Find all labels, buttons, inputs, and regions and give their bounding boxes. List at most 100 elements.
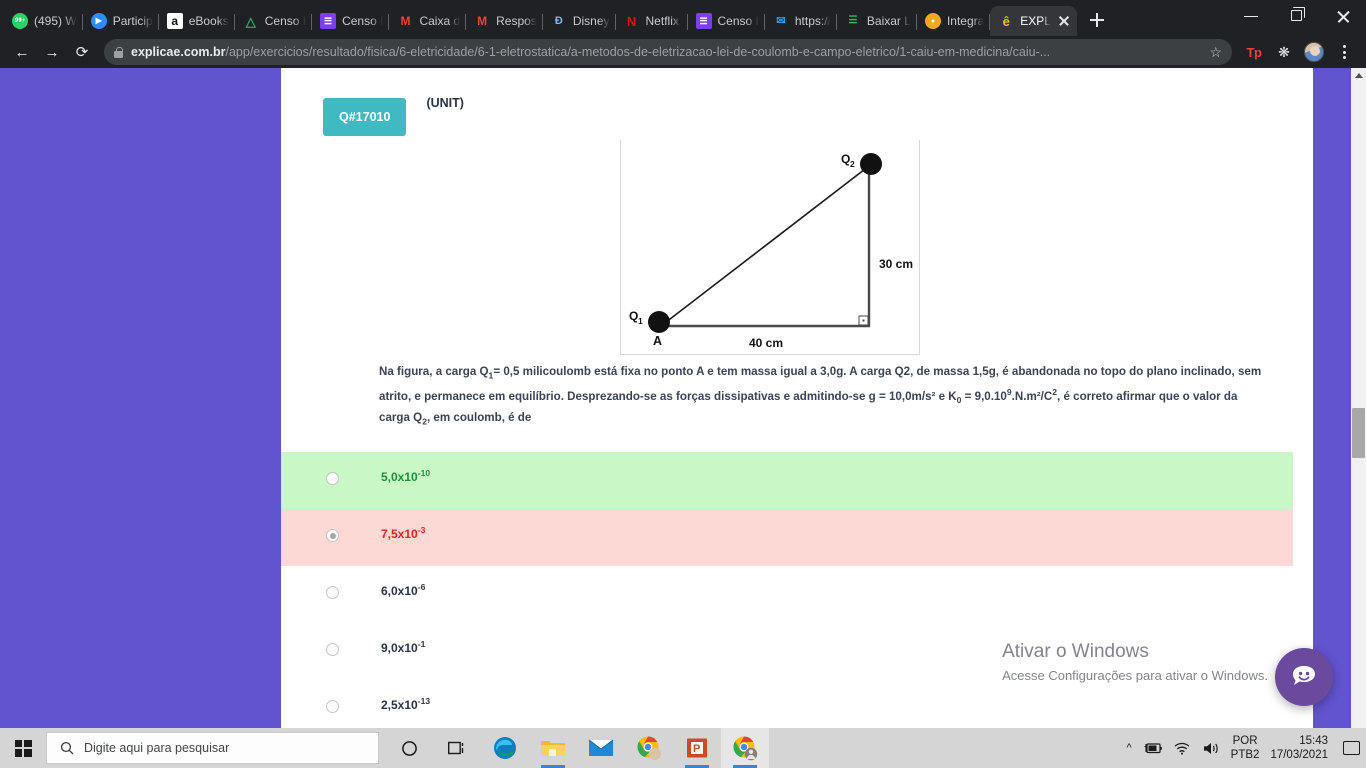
answer-radio-1[interactable] xyxy=(326,529,339,543)
forward-icon[interactable]: → xyxy=(38,38,66,66)
chrome-active-glyph xyxy=(733,736,758,761)
zoom-icon: ▶ xyxy=(90,13,107,29)
taskbar-chrome-profile-icon[interactable] xyxy=(625,728,673,768)
browser-tab-13[interactable]: ê EXPL xyxy=(990,6,1077,36)
google-sheets-icon: ☰ xyxy=(320,13,337,29)
answer-radio-0[interactable] xyxy=(326,472,339,486)
volume-icon[interactable] xyxy=(1202,741,1220,756)
chrome-menu-icon[interactable] xyxy=(1330,38,1358,66)
taskbar-mail-icon[interactable] xyxy=(577,728,625,768)
tab-title: Caixa d xyxy=(419,14,461,28)
cortana-circle-icon xyxy=(401,740,417,756)
question-header: Q#17010 (UNIT) xyxy=(281,68,1313,136)
chat-support-button[interactable] xyxy=(1275,648,1333,706)
svg-text:2: 2 xyxy=(850,159,855,169)
taskbar-edge-icon[interactable] xyxy=(481,728,529,768)
statement-line-2d: , é correto afirmar que o xyxy=(1057,389,1190,403)
taskbar-file-explorer-icon[interactable] xyxy=(529,728,577,768)
tray-expand-chevron-icon[interactable]: ^ xyxy=(1127,742,1132,754)
taskbar-powerpoint-icon[interactable]: P xyxy=(673,728,721,768)
maximize-button[interactable] xyxy=(1274,0,1320,32)
scrollbar-thumb[interactable] xyxy=(1352,408,1365,458)
page-viewport: Q#17010 (UNIT) Q 1 Q 2 A 30 cm 40 cm Na … xyxy=(0,68,1366,728)
browser-tab-8[interactable]: N Netflix xyxy=(616,6,688,36)
browser-tab-1[interactable]: ▶ Particip xyxy=(83,6,159,36)
system-tray: ^ POR PTB2 15:43 17/03/2021 xyxy=(1127,734,1366,762)
gmail-icon: M xyxy=(477,14,488,28)
gmail-icon: M xyxy=(400,14,411,28)
answer-option-4[interactable]: 2,5x10-13 xyxy=(281,680,1313,728)
close-window-button[interactable] xyxy=(1320,0,1366,32)
evernote-icon: ☰ xyxy=(848,15,858,26)
tab-title: Integra xyxy=(946,14,985,28)
edge-glyph xyxy=(494,737,516,759)
windows-logo-icon xyxy=(14,739,32,757)
answer-label-2: 6,0x10-6 xyxy=(381,583,425,597)
search-placeholder-text: Digite aqui para pesquisar xyxy=(84,741,230,755)
answer-radio-3[interactable] xyxy=(326,643,339,657)
chat-bubble-icon xyxy=(1293,666,1315,685)
answer-option-0[interactable]: 5,0x10-10 xyxy=(281,452,1293,510)
statement-line-2c: .N.m²/C xyxy=(1011,389,1053,403)
answer-mantissa: 6,0x10 xyxy=(381,584,418,599)
extensions-puzzle-icon[interactable]: ❋ xyxy=(1270,38,1298,66)
cortana-button[interactable] xyxy=(385,728,433,768)
new-tab-button[interactable] xyxy=(1083,6,1111,34)
answer-mantissa: 2,5x10 xyxy=(381,698,418,713)
scroll-up-arrow-icon[interactable] xyxy=(1354,73,1363,78)
svg-text:A: A xyxy=(653,334,662,348)
statement-line-2b: = 9,0.10 xyxy=(961,389,1007,403)
answer-option-1[interactable]: 7,5x10-3 xyxy=(281,509,1293,567)
browser-tab-5[interactable]: M Caixa d xyxy=(389,6,467,36)
answer-label-4: 2,5x10-13 xyxy=(381,697,430,711)
answer-options-list: 5,0x10-10 7,5x10-3 6,0x10-6 9,0x10-1 2,5x10-… xyxy=(281,452,1313,728)
url-path: /app/exercicios/resultado/fisica/6-eletr… xyxy=(225,45,1051,59)
browser-tab-7[interactable]: Đ Disney xyxy=(543,6,616,36)
keyboard-language-indicator[interactable]: POR PTB2 xyxy=(1231,734,1260,762)
browser-tab-12[interactable]: ● Integra xyxy=(917,6,991,36)
physics-diagram: Q 1 Q 2 A 30 cm 40 cm xyxy=(619,139,920,355)
answer-option-3[interactable]: 9,0x10-1 xyxy=(281,623,1313,680)
answer-exponent: -1 xyxy=(417,639,426,650)
task-view-button[interactable] xyxy=(433,728,481,768)
browser-tab-6[interactable]: M Respos xyxy=(466,6,543,36)
url-domain: explicae.com.br xyxy=(131,45,226,59)
answer-radio-4[interactable] xyxy=(326,700,339,714)
bookmark-star-icon[interactable]: ☆ xyxy=(1209,44,1222,61)
browser-tab-2[interactable]: a eBooks xyxy=(159,6,235,36)
tp-extension-icon[interactable]: Tp xyxy=(1240,38,1268,66)
browser-tab-0[interactable]: 99+ (495) W xyxy=(4,6,83,36)
minimize-button[interactable] xyxy=(1228,0,1274,32)
browser-tab-3[interactable]: △ Censo I xyxy=(235,6,313,36)
vertical-scrollbar[interactable] xyxy=(1351,68,1366,728)
taskbar-search-box[interactable]: Digite aqui para pesquisar xyxy=(46,732,379,764)
browser-tab-9[interactable]: ☰ Censo I xyxy=(688,6,765,36)
lang-line-1: POR xyxy=(1232,735,1258,747)
svg-text:30 cm: 30 cm xyxy=(879,257,913,271)
address-bar[interactable]: explicae.com.br/app/exercicios/resultado… xyxy=(104,39,1232,65)
battery-charging-icon[interactable] xyxy=(1143,741,1162,755)
tray-date: 17/03/2021 xyxy=(1270,749,1328,761)
taskbar-chrome-active-icon[interactable] xyxy=(721,728,769,768)
browser-tab-10[interactable]: ✉ https:// xyxy=(765,6,837,36)
question-id-badge: Q#17010 xyxy=(323,98,407,136)
inclined-plane-svg: Q 1 Q 2 A 30 cm 40 cm xyxy=(629,152,913,350)
answer-radio-2[interactable] xyxy=(326,586,339,600)
tab-title: Netflix xyxy=(645,14,679,28)
start-button[interactable] xyxy=(0,728,46,768)
clock-and-date[interactable]: 15:43 17/03/2021 xyxy=(1270,734,1328,762)
chrome-glyph xyxy=(637,736,661,760)
mango-icon: ● xyxy=(924,13,941,29)
answer-mantissa: 5,0x10 xyxy=(381,470,418,485)
browser-tab-4[interactable]: ☰ Censo I xyxy=(312,6,390,36)
back-icon[interactable]: ← xyxy=(8,38,36,66)
tab-close-button[interactable] xyxy=(1057,14,1071,28)
notifications-icon[interactable] xyxy=(1343,741,1360,755)
answer-option-2[interactable]: 6,0x10-6 xyxy=(281,566,1313,623)
browser-tab-11[interactable]: ☰ Baixar L xyxy=(837,6,917,36)
wifi-icon[interactable] xyxy=(1173,741,1191,755)
reload-icon[interactable]: ⟳ xyxy=(68,38,96,66)
tab-title: Particip xyxy=(112,14,153,28)
answer-mantissa: 7,5x10 xyxy=(381,527,418,542)
profile-avatar[interactable] xyxy=(1300,38,1328,66)
